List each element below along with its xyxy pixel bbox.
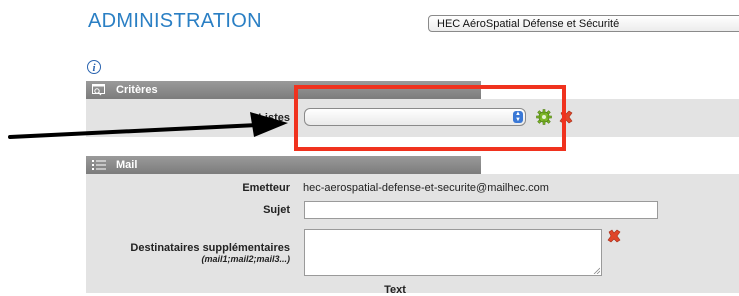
sujet-input[interactable] xyxy=(304,201,658,219)
listes-select[interactable]: ▲ ▼ xyxy=(304,108,526,126)
gear-icon[interactable] xyxy=(536,109,552,125)
arrow-annotation xyxy=(8,112,288,139)
mail-title: Mail xyxy=(116,159,138,171)
sujet-label: Sujet xyxy=(263,204,290,216)
select-arrows-icon: ▲ ▼ xyxy=(513,111,523,123)
delete-x-icon[interactable] xyxy=(606,228,622,244)
criteres-title: Critères xyxy=(116,84,158,96)
search-window-icon xyxy=(92,84,105,96)
text-label: Text xyxy=(384,284,406,296)
info-icon[interactable]: i xyxy=(87,60,101,74)
page-title: ADMINISTRATION xyxy=(88,10,262,32)
destinataires-textarea[interactable] xyxy=(304,229,602,276)
resize-grip-icon[interactable] xyxy=(593,267,600,274)
organization-select[interactable]: HEC AéroSpatial Défense et Sécurité ▲▼ xyxy=(428,15,739,32)
organization-select-value: HEC AéroSpatial Défense et Sécurité xyxy=(437,18,620,30)
destinataires-label: Destinataires supplémentaires xyxy=(130,242,290,254)
mail-section-header[interactable]: Mail xyxy=(86,156,481,174)
delete-x-icon[interactable] xyxy=(558,109,574,125)
emetteur-value: hec-aerospatial-defense-et-securite@mail… xyxy=(303,182,549,194)
destinataires-hint: (mail1;mail2;mail3...) xyxy=(201,254,290,264)
emetteur-label: Emetteur xyxy=(242,182,290,194)
criteres-section-header[interactable]: Critères xyxy=(86,81,481,99)
list-icon xyxy=(92,160,106,170)
